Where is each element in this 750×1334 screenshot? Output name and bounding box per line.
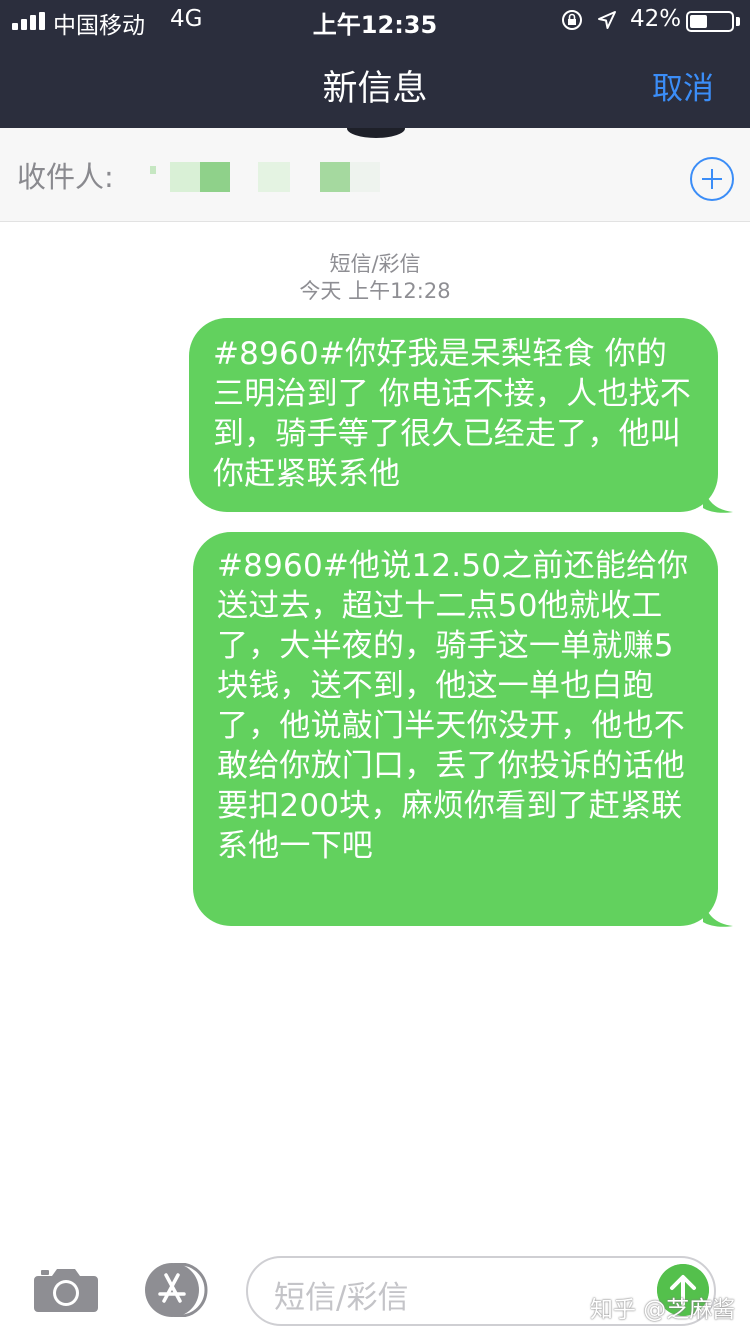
message-input-placeholder: 短信/彩信 xyxy=(274,1280,409,1316)
bubble-tail xyxy=(703,896,733,927)
header: 中国移动 4G 上午12:35 42% 新信息 取消 xyxy=(0,0,750,128)
cancel-button[interactable]: 取消 xyxy=(652,63,714,108)
bubble-tail xyxy=(703,482,733,513)
message-bubble[interactable]: #8960#你好我是呆梨轻食 你的三明治到了 你电话不接，人也找不到，骑手等了很… xyxy=(189,318,718,512)
battery-percent: 42% xyxy=(630,6,682,32)
recipient-label: 收件人: xyxy=(17,160,114,194)
camera-icon[interactable] xyxy=(34,1264,98,1314)
page-title: 新信息 xyxy=(322,69,428,109)
battery-icon xyxy=(686,11,734,32)
message-type-label: 短信/彩信 xyxy=(329,252,421,276)
message-bubble[interactable]: #8960#他说12.50之前还能给你送过去，超过十二点50他就收工了，大半夜的… xyxy=(193,532,718,926)
recipient-field[interactable] xyxy=(150,162,390,196)
status-bar: 中国移动 4G 上午12:35 42% xyxy=(0,0,750,42)
add-contact-icon[interactable] xyxy=(690,157,734,201)
watermark: 知乎 @芝麻酱 xyxy=(590,1297,736,1323)
battery-level xyxy=(690,15,707,28)
battery-tip xyxy=(736,17,740,26)
location-arrow-icon xyxy=(598,11,616,29)
lock-rotation-icon xyxy=(562,10,582,30)
app-store-icon[interactable] xyxy=(140,1263,210,1317)
recipient-row: 收件人: xyxy=(0,128,750,222)
message-timestamp: 今天 上午12:28 xyxy=(299,279,451,303)
